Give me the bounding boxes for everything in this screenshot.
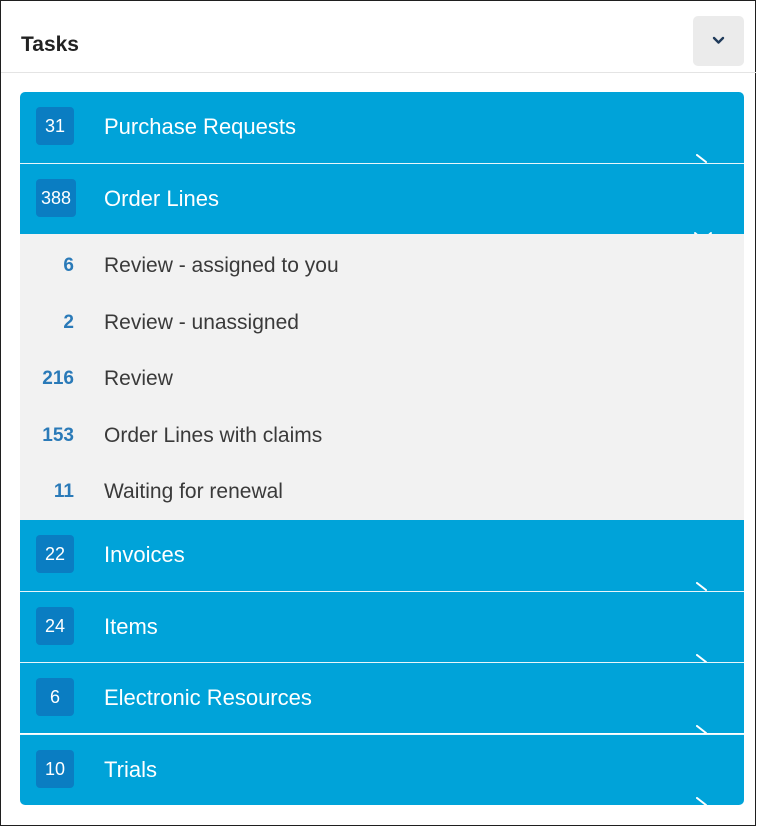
tasks-widget: Tasks 31 Purchase Requests 388 Order Lin… [0, 0, 756, 826]
count-badge: 22 [36, 535, 74, 573]
group-label: Trials [104, 757, 157, 782]
group-label: Electronic Resources [104, 685, 312, 710]
count-badge: 388 [36, 179, 77, 217]
task-group-purchase-requests[interactable]: 31 Purchase Requests [20, 92, 744, 163]
widget-title: Tasks [21, 33, 79, 56]
count-badge: 6 [36, 678, 74, 716]
subitem-label: Review [104, 367, 173, 390]
subitem-waiting-for-renewal[interactable]: 11 Waiting for renewal [20, 464, 744, 520]
widget-header: Tasks [1, 1, 756, 73]
count-badge: 24 [36, 607, 74, 645]
task-group-trials[interactable]: 10 Trials [20, 734, 744, 805]
chevron-right-icon [696, 797, 707, 805]
subitem-review-assigned[interactable]: 6 Review - assigned to you [20, 238, 744, 294]
chevron-right-icon [696, 582, 707, 591]
subitem-label: Order Lines with claims [104, 424, 323, 447]
task-group-items[interactable]: 24 Items [20, 591, 744, 663]
task-group-invoices[interactable]: 22 Invoices [20, 520, 744, 591]
chevron-right-icon [696, 154, 707, 163]
subitem-review[interactable]: 216 Review [20, 351, 744, 407]
collapse-widget-button[interactable] [693, 16, 744, 66]
subitem-label: Review - assigned to you [104, 254, 339, 277]
count-badge: 31 [36, 107, 74, 145]
task-group-electronic-resources[interactable]: 6 Electronic Resources [20, 662, 744, 734]
group-label: Items [104, 614, 158, 639]
group-label: Purchase Requests [104, 114, 296, 139]
subitem-count: 11 [53, 481, 74, 502]
group-label: Order Lines [104, 186, 219, 211]
subitem-order-lines-with-claims[interactable]: 153 Order Lines with claims [20, 408, 744, 464]
order-lines-subitems: 6 Review - assigned to you 2 Review - un… [20, 234, 744, 520]
chevron-down-icon [712, 36, 725, 44]
subitem-label: Review - unassigned [104, 311, 299, 334]
subitem-count: 2 [63, 312, 74, 333]
task-list: 31 Purchase Requests 388 Order Lines 6 R… [20, 92, 744, 805]
subitem-label: Waiting for renewal [104, 480, 283, 503]
subitem-count: 6 [63, 255, 74, 276]
chevron-right-icon [696, 725, 707, 734]
task-group-order-lines[interactable]: 388 Order Lines [20, 163, 744, 241]
subitem-count: 153 [42, 425, 74, 446]
subitem-review-unassigned[interactable]: 2 Review - unassigned [20, 295, 744, 351]
count-badge: 10 [36, 750, 74, 788]
subitem-count: 216 [42, 368, 74, 389]
group-label: Invoices [104, 542, 185, 567]
